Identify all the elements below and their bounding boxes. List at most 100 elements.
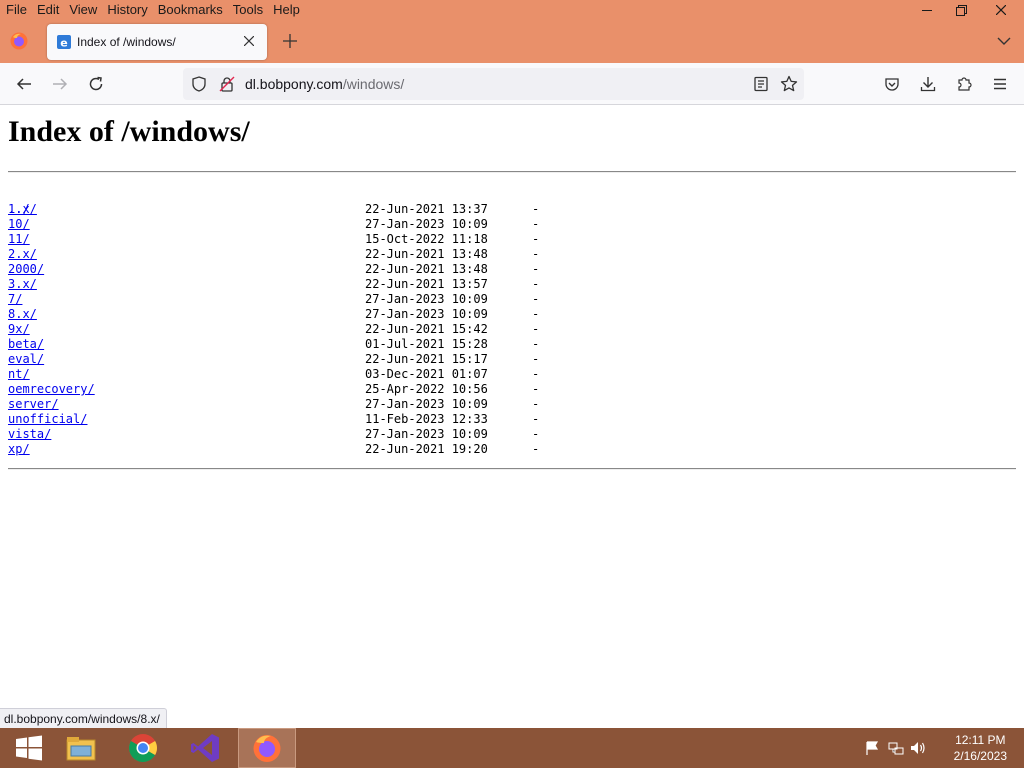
menu-help[interactable]: Help <box>268 0 305 20</box>
file-size: - <box>532 232 540 246</box>
address-bar[interactable]: dl.bobpony.com/windows/ <box>183 68 804 100</box>
file-size: - <box>532 202 540 216</box>
directory-link[interactable]: eval/ <box>8 352 44 367</box>
directory-link[interactable]: server/ <box>8 397 59 412</box>
start-button[interactable] <box>0 728 58 768</box>
file-size: - <box>532 337 540 351</box>
file-size: - <box>532 427 540 441</box>
modified-date: 27-Jan-2023 10:09 <box>365 307 488 321</box>
directory-link[interactable]: unofficial/ <box>8 412 87 427</box>
downloads-button[interactable] <box>917 73 939 95</box>
reload-icon <box>89 76 103 91</box>
menu-bookmarks[interactable]: Bookmarks <box>153 0 228 20</box>
file-size: - <box>532 292 540 306</box>
forward-arrow-icon <box>53 78 68 90</box>
close-window-button[interactable] <box>978 0 1024 20</box>
chevron-down-icon[interactable] <box>996 33 1012 49</box>
directory-link[interactable]: 2.x/ <box>8 247 37 262</box>
directory-link[interactable]: 7/ <box>8 292 22 307</box>
pocket-icon <box>885 78 899 91</box>
directory-link[interactable]: 8.x/ <box>8 307 37 322</box>
svg-text:e: e <box>60 37 67 50</box>
modified-date: 27-Jan-2023 10:09 <box>365 292 488 306</box>
file-size: - <box>532 262 540 276</box>
back-arrow-icon <box>16 78 31 90</box>
directory-link[interactable]: 11/ <box>8 232 30 247</box>
network-icon[interactable] <box>888 740 904 756</box>
menu-edit[interactable]: Edit <box>32 0 64 20</box>
modified-date: 22-Jun-2021 13:37 <box>365 202 488 216</box>
page-content: Index of /windows/ ../ 1.x/22-Jun-2021 1… <box>0 105 1024 728</box>
modified-date: 03-Dec-2021 01:07 <box>365 367 488 381</box>
extensions-button[interactable] <box>953 73 975 95</box>
menu-file[interactable]: File <box>0 0 32 20</box>
reload-button[interactable] <box>85 73 107 95</box>
tab-active[interactable]: e Index of /windows/ <box>47 24 267 60</box>
divider-bottom <box>8 468 1016 470</box>
tab-close-button[interactable] <box>240 33 258 51</box>
app-menu-button[interactable] <box>989 73 1011 95</box>
menu-tools[interactable]: Tools <box>228 0 268 20</box>
taskbar-chrome[interactable] <box>114 728 172 768</box>
file-size: - <box>532 442 540 456</box>
browser-title-bar: File Edit View History Bookmarks Tools H… <box>0 0 1024 63</box>
file-size: - <box>532 247 540 261</box>
taskbar-visual-studio[interactable] <box>176 728 234 768</box>
back-button[interactable] <box>13 73 35 95</box>
file-size: - <box>532 352 540 366</box>
insecure-lock-icon[interactable] <box>219 76 235 92</box>
directory-link[interactable]: xp/ <box>8 442 30 457</box>
directory-link[interactable]: oemrecovery/ <box>8 382 95 397</box>
directory-link[interactable]: 10/ <box>8 217 30 232</box>
table-row: vista/27-Jan-2023 10:09 - <box>8 427 539 442</box>
directory-link[interactable]: vista/ <box>8 427 51 442</box>
table-row: nt/03-Dec-2021 01:07 - <box>8 367 539 382</box>
file-size: - <box>532 382 540 396</box>
modified-date: 22-Jun-2021 13:48 <box>365 247 488 261</box>
directory-link[interactable]: 3.x/ <box>8 277 37 292</box>
directory-link[interactable]: 1.x/ <box>8 202 37 217</box>
taskbar-file-explorer[interactable] <box>52 728 110 768</box>
table-row: 11/15-Oct-2022 11:18 - <box>8 232 539 247</box>
shield-icon[interactable] <box>191 76 207 92</box>
restore-button[interactable] <box>944 0 978 20</box>
directory-link[interactable]: beta/ <box>8 337 44 352</box>
firefox-icon <box>253 735 281 762</box>
bookmark-star-icon[interactable] <box>780 75 798 93</box>
taskbar: 12:11 PM 2/16/2023 <box>0 728 1024 768</box>
url-host: dl.bobpony.com <box>245 76 343 92</box>
table-row: 9x/22-Jun-2021 15:42 - <box>8 322 539 337</box>
reader-view-icon[interactable] <box>753 76 769 92</box>
modified-date: 22-Jun-2021 15:17 <box>365 352 488 366</box>
modified-date: 22-Jun-2021 19:20 <box>365 442 488 456</box>
table-row: eval/22-Jun-2021 15:17 - <box>8 352 539 367</box>
directory-link[interactable]: 9x/ <box>8 322 30 337</box>
table-row: oemrecovery/25-Apr-2022 10:56 - <box>8 382 539 397</box>
system-tray: 12:11 PM 2/16/2023 <box>864 728 1024 768</box>
modified-date: 27-Jan-2023 10:09 <box>365 217 488 231</box>
volume-icon[interactable] <box>910 740 926 756</box>
menu-view[interactable]: View <box>64 0 102 20</box>
directory-link[interactable]: 2000/ <box>8 262 44 277</box>
modified-date: 15-Oct-2022 11:18 <box>365 232 488 246</box>
forward-button[interactable] <box>49 73 71 95</box>
modified-date: 22-Jun-2021 13:48 <box>365 262 488 276</box>
directory-link[interactable]: nt/ <box>8 367 30 382</box>
url-text[interactable]: dl.bobpony.com/windows/ <box>245 76 404 92</box>
table-row: beta/01-Jul-2021 15:28 - <box>8 337 539 352</box>
minimize-button[interactable] <box>910 0 944 20</box>
action-center-flag-icon[interactable] <box>864 740 880 756</box>
ie-favicon-icon: e <box>57 35 71 50</box>
firefox-view-icon[interactable] <box>10 32 28 50</box>
table-row: 2000/22-Jun-2021 13:48 - <box>8 262 539 277</box>
taskbar-clock[interactable]: 12:11 PM 2/16/2023 <box>954 732 1007 764</box>
modified-date: 11-Feb-2023 12:33 <box>365 412 488 426</box>
close-icon <box>243 35 255 47</box>
menu-history[interactable]: History <box>102 0 152 20</box>
plus-icon <box>283 34 297 48</box>
new-tab-button[interactable] <box>281 32 299 50</box>
pocket-button[interactable] <box>881 73 903 95</box>
table-row: server/27-Jan-2023 10:09 - <box>8 397 539 412</box>
taskbar-firefox[interactable] <box>238 728 296 768</box>
clock-date: 2/16/2023 <box>953 749 1007 763</box>
